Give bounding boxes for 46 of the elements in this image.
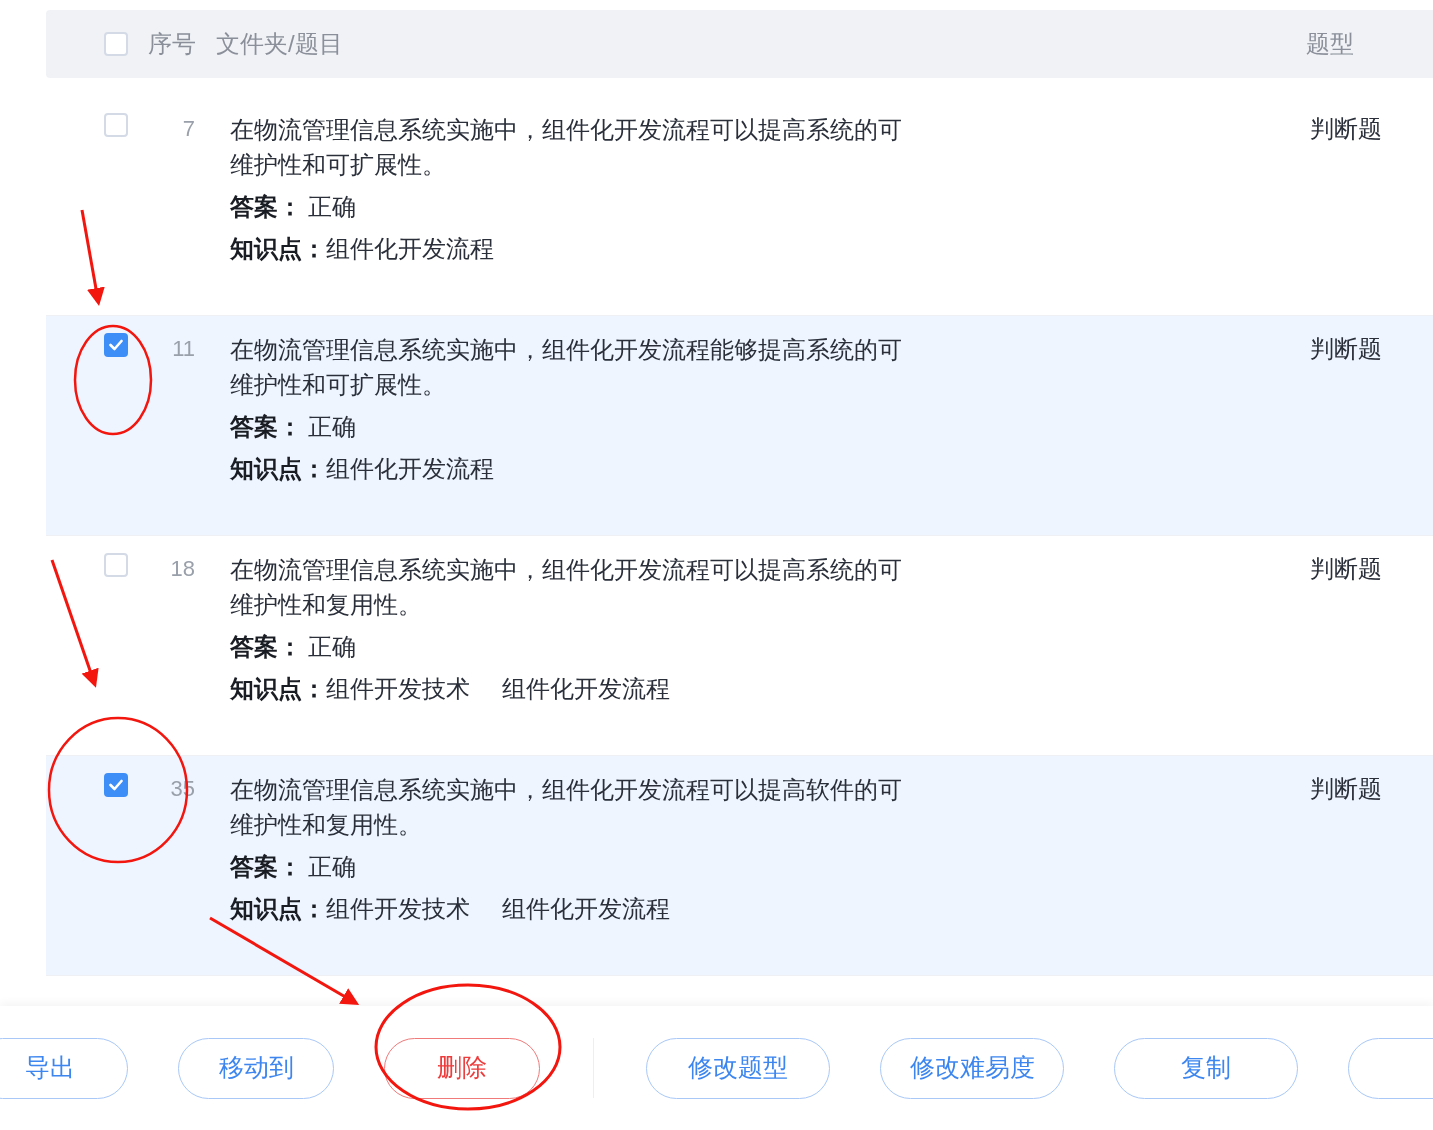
knowledge-label: 知识点：: [230, 674, 326, 704]
row-number: 18: [169, 555, 195, 583]
delete-button[interactable]: 删除: [384, 1037, 540, 1099]
answer-text: 正确: [308, 852, 356, 882]
question-text: 在物流管理信息系统实施中，组件化开发流程可以提高软件的可维护性和复用性。: [230, 775, 903, 840]
table-row[interactable]: 11 在物流管理信息系统实施中，组件化开发流程能够提高系统的可维护性和可扩展性。 答案： 正确 知识点：组件化开发流程 判断题: [46, 316, 1433, 536]
knowledge-point: 组件开发技术: [326, 894, 470, 924]
column-header: 题型: [1306, 29, 1354, 59]
question-text: 在物流管理信息系统实施中，组件化开发流程能够提高系统的可维护性和可扩展性。: [230, 335, 903, 400]
knowledge-point: 组件开发技术: [326, 674, 470, 704]
answer-text: 正确: [308, 632, 356, 662]
row-number: 11: [171, 335, 195, 363]
column-header: 序号: [148, 29, 196, 59]
knowledge-label: 知识点：: [230, 234, 326, 264]
checkbox[interactable]: [104, 773, 128, 797]
question-type: 判断题: [1310, 334, 1382, 364]
answer-label: 答案：: [230, 632, 302, 662]
row-number: 7: [181, 115, 195, 143]
action-button[interactable]: 导出: [0, 1037, 128, 1099]
question-type: 判断题: [1310, 114, 1382, 144]
question-text: 在物流管理信息系统实施中，组件化开发流程可以提高系统的可维护性和复用性。: [230, 555, 903, 620]
answer-label: 答案：: [230, 852, 302, 882]
checkbox[interactable]: [104, 333, 128, 357]
knowledge-point: 组件化开发流程: [502, 894, 670, 924]
knowledge-label: 知识点：: [230, 894, 326, 924]
knowledge-point: 组件化开发流程: [326, 454, 494, 484]
checkbox[interactable]: [104, 553, 128, 577]
checkmark-icon: [109, 339, 123, 351]
answer-text: 正确: [308, 192, 356, 222]
knowledge-label: 知识点：: [230, 454, 326, 484]
checkbox[interactable]: [104, 32, 128, 56]
answer-label: 答案：: [230, 412, 302, 442]
question-type: 判断题: [1310, 554, 1382, 584]
action-button[interactable]: 修改题型: [646, 1037, 830, 1099]
question-type: 判断题: [1310, 774, 1382, 804]
action-button[interactable]: 复制: [1114, 1037, 1298, 1099]
knowledge-point: 组件化开发流程: [326, 234, 494, 264]
checkmark-icon: [109, 779, 123, 791]
answer-text: 正确: [308, 412, 356, 442]
answer-label: 答案：: [230, 192, 302, 222]
checkbox[interactable]: [104, 113, 128, 137]
column-header: 文件夹/题目: [216, 29, 344, 59]
question-text: 在物流管理信息系统实施中，组件化开发流程可以提高系统的可维护性和可扩展性。: [230, 115, 903, 180]
action-button[interactable]: 修改难易度: [880, 1037, 1064, 1099]
knowledge-point: 组件化开发流程: [502, 674, 670, 704]
action-button[interactable]: 移动到: [178, 1037, 334, 1099]
